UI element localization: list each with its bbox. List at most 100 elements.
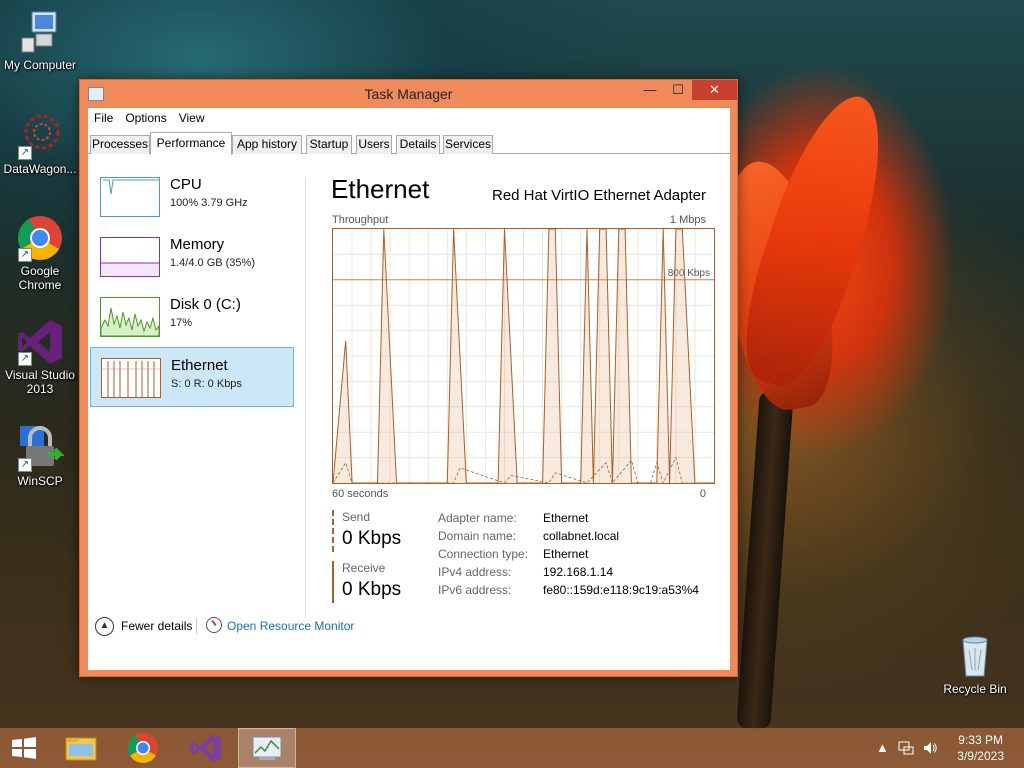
property-value: fe80::159d:e118:9c19:a53%4 [543, 583, 699, 597]
minimize-button[interactable]: — [636, 80, 664, 100]
desktop-icon-label: Visual Studio 2013 [5, 368, 75, 396]
network-icon[interactable] [898, 740, 914, 759]
nav-title: Memory [170, 236, 225, 253]
tab-performance[interactable]: Performance [150, 132, 232, 155]
performance-nav: CPU 100% 3.79 GHz Memory 1.4/4.0 GB (35%… [88, 154, 300, 616]
open-resource-monitor-link[interactable]: Open Resource Monitor [227, 619, 354, 633]
visual-studio-icon [190, 734, 221, 762]
tab-services[interactable]: Services [443, 135, 493, 154]
receive-value: 0 Kbps [342, 579, 402, 600]
desktop-icon-winscp[interactable]: ↗ WinSCP [0, 424, 80, 488]
nav-item-disk[interactable]: Disk 0 (C:) 17% [90, 287, 294, 347]
nav-item-memory[interactable]: Memory 1.4/4.0 GB (35%) [90, 227, 294, 287]
nav-subtitle: 100% 3.79 GHz [170, 197, 248, 209]
desktop-icon-visual-studio[interactable]: ↗ Visual Studio 2013 [0, 318, 80, 396]
tab-details[interactable]: Details [396, 135, 440, 154]
shortcut-arrow-icon: ↗ [18, 248, 32, 262]
nav-item-cpu[interactable]: CPU 100% 3.79 GHz [90, 167, 294, 227]
recycle-bin-icon [951, 632, 999, 680]
property-value: collabnet.local [543, 529, 620, 543]
maximize-button[interactable]: ☐ [664, 80, 692, 100]
property-key: Connection type: [438, 547, 529, 561]
close-button[interactable]: ✕ [692, 80, 737, 100]
property-key: IPv6 address: [438, 583, 512, 597]
fewer-details-button[interactable]: Fewer details [121, 619, 192, 633]
clock[interactable]: 9:33 PM 3/9/2023 [957, 732, 1004, 764]
datawagon-icon: ↗ [16, 112, 64, 160]
flower-stem [736, 389, 794, 731]
window-client-area: File Options View Processes Performance Ap… [88, 108, 730, 670]
panel-title: Ethernet [331, 174, 430, 204]
task-manager-window[interactable]: Task Manager — ☐ ✕ File Options View Proce… [79, 79, 738, 677]
footer-separator [196, 618, 197, 634]
tab-bar: Processes Performance App history Startu… [88, 132, 730, 155]
chart-title: Throughput [332, 214, 389, 226]
property-row: Domain name: collabnet.local [438, 529, 699, 547]
send-metric: Send 0 Kbps [332, 510, 422, 552]
desktop-icon-my-computer[interactable]: My Computer [0, 8, 80, 72]
receive-label: Receive [342, 561, 386, 575]
task-manager-icon [252, 736, 282, 760]
property-row: Adapter name: Ethernet [438, 511, 699, 529]
resource-monitor-icon[interactable] [206, 617, 222, 633]
chevron-up-icon[interactable]: ▲ [95, 617, 114, 636]
property-key: Adapter name: [438, 511, 517, 525]
memory-thumbnail [100, 237, 160, 277]
chart-ymax-label: 1 Mbps [669, 214, 706, 226]
title-bar[interactable]: Task Manager — ☐ ✕ [80, 80, 737, 108]
chrome-icon [127, 733, 158, 764]
start-icon [12, 737, 36, 759]
nav-subtitle: 1.4/4.0 GB (35%) [170, 257, 255, 269]
desktop-icon-label: My Computer [3, 58, 77, 72]
reference-line-label: 800 Kbps [668, 268, 710, 279]
winscp-icon: ↗ [16, 424, 65, 472]
property-row: IPv4 address: 192.168.1.14 [438, 565, 699, 583]
desktop-icon-label: Google Chrome [18, 264, 62, 292]
nav-title: Disk 0 (C:) [170, 296, 241, 313]
tab-app-history[interactable]: App history [232, 135, 302, 154]
nav-title: Ethernet [171, 357, 228, 374]
disk-thumbnail [100, 297, 160, 337]
taskbar-file-explorer[interactable] [52, 728, 110, 768]
nav-item-ethernet[interactable]: Ethernet S: 0 R: 0 Kbps [90, 347, 294, 407]
nav-subtitle: S: 0 R: 0 Kbps [171, 378, 242, 390]
property-row: Connection type: Ethernet [438, 547, 699, 565]
tab-startup[interactable]: Startup [306, 135, 352, 154]
desktop-icon-label: DataWagon... [3, 162, 77, 176]
taskbar: ▲ 9:33 PM 3/9/2023 [0, 728, 1024, 768]
send-value: 0 Kbps [342, 528, 402, 549]
menu-view[interactable]: View [173, 108, 211, 125]
menu-bar: File Options View [88, 108, 730, 130]
show-hidden-icons-icon[interactable]: ▲ [876, 740, 889, 755]
desktop-icon-label: WinSCP [17, 474, 63, 488]
chart-xaxis-right-label: 0 [699, 488, 706, 500]
panel-divider [305, 178, 306, 618]
receive-metric: Receive 0 Kbps [332, 561, 422, 603]
taskbar-task-manager[interactable] [238, 728, 296, 768]
nav-title: CPU [170, 176, 202, 193]
nav-subtitle: 17% [170, 317, 193, 329]
computer-icon [16, 8, 64, 56]
tab-processes[interactable]: Processes [90, 135, 150, 154]
volume-icon[interactable] [922, 740, 938, 759]
chart-xaxis-left-label: 60 seconds [332, 488, 389, 500]
menu-options[interactable]: Options [119, 108, 172, 125]
property-value: Ethernet [543, 547, 589, 561]
start-button[interactable] [0, 728, 48, 768]
shortcut-arrow-icon: ↗ [18, 352, 32, 366]
property-value: Ethernet [543, 511, 589, 525]
menu-file[interactable]: File [88, 108, 119, 125]
throughput-chart: 800 Kbps [332, 228, 715, 485]
desktop-icon-datawagon[interactable]: ↗ DataWagon... [0, 112, 80, 176]
property-key: IPv4 address: [438, 565, 512, 579]
taskbar-chrome[interactable] [114, 728, 172, 768]
taskbar-visual-studio[interactable] [176, 728, 234, 768]
adapter-properties: Adapter name: Ethernet Domain name: collab… [438, 511, 699, 601]
visual-studio-icon: ↗ [16, 318, 64, 366]
clock-date: 3/9/2023 [957, 749, 1004, 763]
desktop-icon-chrome[interactable]: ↗ Google Chrome [0, 214, 80, 292]
throughput-chart-svg: 800 Kbps [332, 228, 714, 485]
property-value: 192.168.1.14 [543, 565, 614, 579]
desktop-icon-recycle-bin[interactable]: Recycle Bin [935, 632, 1015, 696]
tab-users[interactable]: Users [356, 135, 392, 154]
